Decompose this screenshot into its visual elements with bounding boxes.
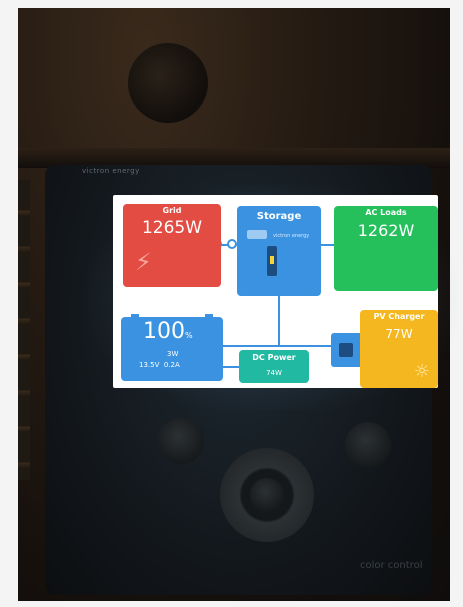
battery-terminal-icon (205, 314, 213, 318)
dc-bus-vertical (278, 296, 280, 346)
storage-tile[interactable]: Storage victron energy (237, 206, 321, 296)
battery-current: 0.2A (163, 361, 180, 369)
sun-icon: ☼ (413, 361, 430, 382)
storage-subtitle: victron energy (273, 233, 310, 239)
wall-fixture (128, 43, 208, 123)
pv-charger-tile[interactable]: PV Charger 77W ☼ (360, 310, 438, 388)
storage-in-port (227, 239, 237, 249)
battery-soc: 100% (143, 319, 193, 344)
battery-readings: 13.5V 0.2A (139, 361, 180, 369)
pv-charger-value: 77W (385, 327, 413, 341)
ac-loads-value: 1262W (357, 221, 415, 240)
right-button[interactable] (345, 422, 391, 468)
inverter-icon (267, 246, 277, 276)
dc-power-value: 74W (266, 369, 282, 377)
battery-power: 3W (167, 350, 179, 358)
grid-tile[interactable]: Grid 1265W ⚡ (123, 204, 221, 287)
battery-terminal-icon (131, 314, 139, 318)
power-pylon-icon: ⚡ (135, 248, 152, 276)
left-button[interactable] (158, 418, 204, 464)
panel-edge (18, 180, 30, 480)
battery-voltage: 13.5V (139, 361, 160, 369)
mppt-device-icon (331, 333, 363, 367)
dcpower-connector (223, 366, 239, 368)
grid-value: 1265W (141, 218, 203, 238)
ac-loads-tile[interactable]: AC Loads 1262W (334, 206, 438, 291)
storage-title: Storage (256, 211, 302, 222)
center-button[interactable] (250, 478, 284, 512)
dc-power-title: DC Power (252, 353, 296, 362)
victron-logo-icon (247, 230, 267, 239)
battery-soc-value: 100 (143, 319, 185, 344)
ac-loads-title: AC Loads (365, 208, 407, 217)
pv-charger-title: PV Charger (373, 312, 425, 321)
battery-soc-unit: % (185, 331, 193, 340)
dc-bus-horizontal (223, 345, 333, 347)
device-brand-label: victron energy (82, 167, 140, 175)
device-model-label: color control (360, 560, 423, 571)
battery-tile[interactable]: 100% 3W 13.5V 0.2A (121, 314, 223, 381)
device-screen: Grid 1265W ⚡ Storage victron energy AC L… (113, 195, 438, 388)
grid-title: Grid (162, 206, 182, 215)
dc-power-tile[interactable]: DC Power 74W (239, 350, 309, 383)
